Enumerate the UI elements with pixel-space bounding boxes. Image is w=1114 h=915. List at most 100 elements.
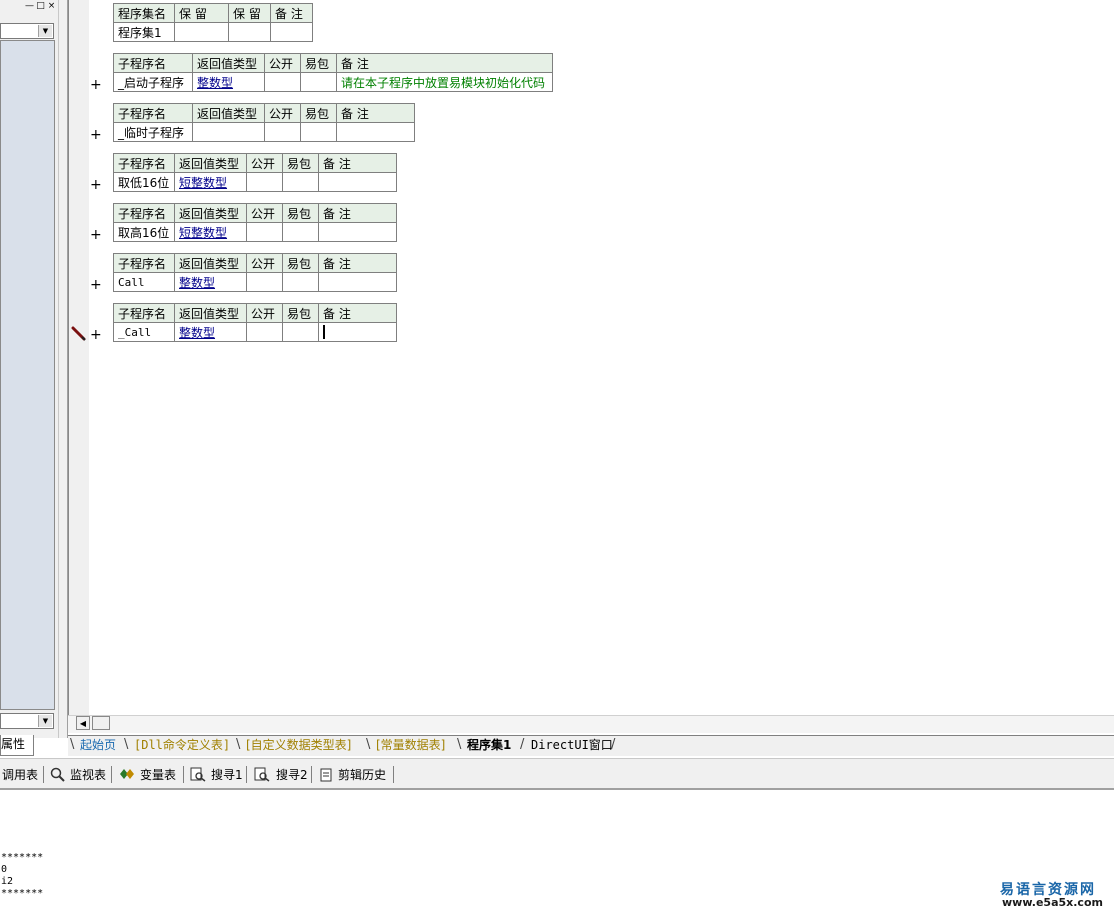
tab-clip-history[interactable]: 剪辑历史 (338, 766, 386, 784)
epkg-cell[interactable] (300, 72, 337, 92)
header-cell: 子程序名 (113, 253, 175, 273)
expand-icon[interactable]: + (90, 128, 102, 142)
header-cell: 备 注 (318, 203, 397, 223)
tab-directui-window[interactable]: DirectUI窗口 (531, 736, 613, 754)
return-type-cell[interactable]: 整数型 (174, 272, 247, 292)
return-type-cell[interactable]: 整数型 (174, 322, 247, 342)
return-type-cell[interactable] (192, 122, 265, 142)
tab-separator: \ (124, 737, 129, 752)
cell[interactable] (228, 22, 271, 42)
tab-search-1[interactable]: 搜寻1 (211, 766, 243, 784)
note-cell[interactable]: 请在本子程序中放置易模块初始化代码 (336, 72, 553, 92)
header-cell: 返回值类型 (174, 303, 247, 323)
note-cell[interactable] (318, 222, 397, 242)
tab-constants[interactable]: [常量数据表] (376, 736, 445, 754)
restore-icon[interactable]: □ (35, 1, 46, 12)
toolbar-separator (246, 766, 247, 783)
subroutine-table: 子程序名 返回值类型 公开 易包 备 注 _Call 整数型 (113, 303, 397, 342)
public-cell[interactable] (246, 272, 283, 292)
header-cell: 公开 (246, 153, 283, 173)
return-type-cell[interactable]: 整数型 (192, 72, 265, 92)
epkg-cell[interactable] (300, 122, 337, 142)
minimize-icon[interactable]: — (24, 1, 35, 12)
tab-separator: / (520, 737, 525, 752)
tab-start-page[interactable]: 起始页 (80, 736, 116, 754)
header-cell: 返回值类型 (192, 53, 265, 73)
chevron-down-icon[interactable]: ▼ (38, 715, 52, 727)
tab-call-table[interactable]: 调用表 (2, 766, 38, 784)
close-icon[interactable]: × (46, 1, 57, 12)
subroutine-name-cell[interactable]: _启动子程序 (113, 72, 193, 92)
note-cell[interactable] (270, 22, 313, 42)
header-cell: 备 注 (318, 303, 397, 323)
public-cell[interactable] (246, 172, 283, 192)
find-icon (190, 767, 206, 782)
find-icon (254, 767, 270, 782)
expand-icon[interactable]: + (90, 278, 102, 292)
tab-assembly-1[interactable]: 程序集1 (467, 736, 511, 754)
magnifier-icon (50, 767, 65, 782)
property-combo[interactable]: ▼ (0, 713, 54, 729)
subroutine-name-cell[interactable]: 取低16位 (113, 172, 175, 192)
scroll-left-icon[interactable]: ◀ (76, 716, 90, 730)
tab-watch-table[interactable]: 监视表 (70, 766, 106, 784)
output-panel[interactable] (0, 791, 1114, 915)
subroutine-table: 子程序名 返回值类型 公开 易包 备 注 _临时子程序 (113, 103, 415, 142)
epkg-cell[interactable] (282, 222, 319, 242)
horizontal-scrollbar[interactable] (68, 715, 1114, 733)
note-cell[interactable] (318, 322, 397, 342)
header-cell: 易包 (282, 203, 319, 223)
tab-separator: \ (457, 737, 462, 752)
clipboard-icon (320, 768, 332, 782)
expand-icon[interactable]: + (90, 178, 102, 192)
subroutine-table: 子程序名 返回值类型 公开 易包 备 注 取低16位 短整数型 (113, 153, 397, 192)
cell[interactable] (174, 22, 229, 42)
header-cell: 公开 (246, 303, 283, 323)
splitter[interactable] (58, 0, 68, 738)
subroutine-name-cell[interactable]: _Call (113, 322, 175, 342)
public-cell[interactable] (264, 72, 301, 92)
public-cell[interactable] (246, 222, 283, 242)
assembly-name-cell[interactable]: 程序集1 (113, 22, 175, 42)
subroutine-name-cell[interactable]: Call (113, 272, 175, 292)
header-cell: 子程序名 (113, 153, 175, 173)
header-cell: 公开 (264, 103, 301, 123)
header-cell: 返回值类型 (174, 203, 247, 223)
header-cell: 公开 (264, 53, 301, 73)
expand-icon[interactable]: + (90, 78, 102, 92)
toolbar-separator (111, 766, 112, 783)
expand-icon[interactable]: + (90, 328, 102, 342)
public-cell[interactable] (246, 322, 283, 342)
tab-variable-table[interactable]: 变量表 (140, 766, 176, 784)
header-cell: 备 注 (336, 53, 553, 73)
return-type-cell[interactable]: 短整数型 (174, 172, 247, 192)
tab-custom-types[interactable]: [自定义数据类型表] (246, 736, 351, 754)
epkg-cell[interactable] (282, 172, 319, 192)
chevron-down-icon[interactable]: ▼ (38, 25, 52, 37)
object-combo[interactable]: ▼ (0, 23, 54, 39)
property-list[interactable] (0, 40, 55, 710)
output-line: ******* (1, 888, 44, 899)
subroutine-name-cell[interactable]: 取高16位 (113, 222, 175, 242)
tab-dll-commands[interactable]: [Dll命令定义表] (134, 736, 230, 754)
watermark-url: www.e5a5x.com (1002, 896, 1103, 909)
tab-properties[interactable]: 属性 (0, 735, 34, 756)
assembly-table: 程序集名 保 留 保 留 备 注 程序集1 (113, 3, 313, 42)
tab-separator: \ (366, 737, 371, 752)
epkg-cell[interactable] (282, 272, 319, 292)
header-cell: 子程序名 (113, 53, 193, 73)
epkg-cell[interactable] (282, 322, 319, 342)
note-cell[interactable] (318, 272, 397, 292)
tab-search-2[interactable]: 搜寻2 (276, 766, 308, 784)
return-type-cell[interactable]: 短整数型 (174, 222, 247, 242)
header-cell: 返回值类型 (192, 103, 265, 123)
expand-icon[interactable]: + (90, 228, 102, 242)
public-cell[interactable] (264, 122, 301, 142)
subroutine-name-cell[interactable]: _临时子程序 (113, 122, 193, 142)
note-cell[interactable] (336, 122, 415, 142)
scrollbar-thumb[interactable] (92, 716, 110, 730)
output-line: ******* (1, 852, 44, 863)
line-gutter (68, 0, 89, 715)
note-cell[interactable] (318, 172, 397, 192)
header-cell: 公开 (246, 253, 283, 273)
